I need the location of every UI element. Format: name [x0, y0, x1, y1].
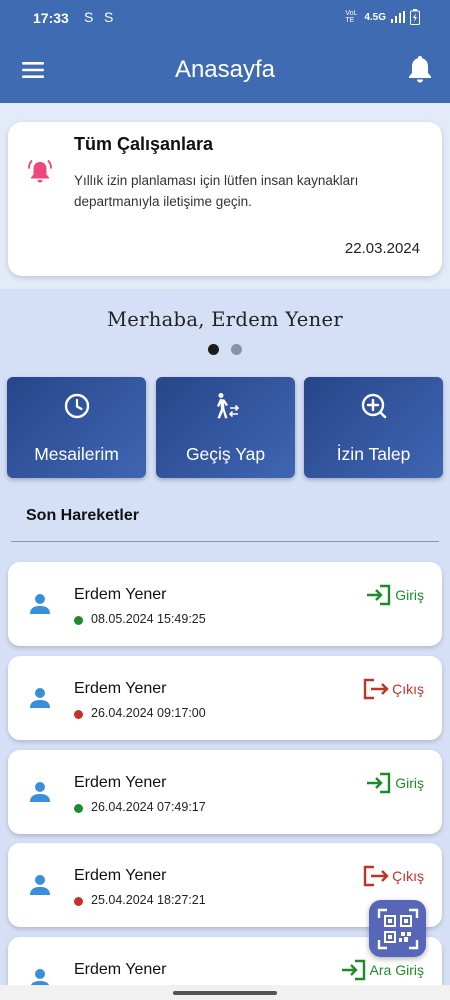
user-icon — [30, 875, 50, 895]
add-circle-icon — [361, 393, 386, 419]
movement-time: 08.05.2024 15:49:25 — [91, 612, 206, 626]
network-label: 4.5G — [364, 11, 386, 23]
movement-type-label: Giriş — [395, 775, 424, 791]
announcement-body: Yıllık izin planlaması için lütfen insan… — [74, 173, 359, 209]
alarm-bell-icon — [28, 160, 52, 183]
status-dot — [74, 897, 83, 906]
announcement-section: Tüm Çalışanlara Yıllık izin planlaması i… — [0, 103, 450, 289]
clock-icon — [64, 393, 89, 419]
movement-type: Ara Giriş — [341, 959, 424, 981]
app-bar: Anasayfa — [0, 36, 450, 103]
leave-request-button[interactable]: İzin Talep — [304, 377, 443, 478]
login-icon — [341, 959, 365, 981]
leave-request-label: İzin Talep — [336, 444, 411, 464]
login-icon — [367, 772, 391, 794]
notification-icon: S — [84, 9, 94, 25]
notification-icon: S — [104, 9, 114, 25]
movement-name: Erdem Yener — [74, 586, 167, 603]
movement-time: 26.04.2024 07:49:17 — [91, 800, 206, 814]
announcement-title: Tüm Çalışanlara — [74, 134, 214, 154]
shifts-label: Mesailerim — [34, 444, 119, 464]
qr-scan-button[interactable] — [369, 900, 426, 957]
movement-type: Giriş — [366, 772, 424, 794]
status-time: 17:33 — [33, 10, 69, 26]
user-icon — [30, 782, 50, 802]
system-nav-bar — [0, 985, 450, 1000]
movement-item[interactable]: Erdem Yener 26.04.2024 09:17:00 Çıkış — [8, 656, 442, 740]
shifts-button[interactable]: Mesailerim — [7, 377, 146, 478]
greeting-text: Merhaba, Erdem Yener — [107, 308, 343, 331]
volte-label: VoLTE — [345, 10, 358, 24]
divider — [11, 541, 439, 542]
movement-type-label: Ara Giriş — [369, 962, 424, 978]
movement-type: Giriş — [366, 584, 424, 606]
status-bar: 17:33 S S VoLTE 4.5G — [0, 0, 450, 36]
movement-time: 26.04.2024 09:17:00 — [91, 706, 206, 720]
movement-name: Erdem Yener — [74, 867, 167, 884]
movement-name: Erdem Yener — [74, 961, 167, 978]
movement-type: Çıkış — [363, 865, 424, 887]
walk-transfer-icon — [216, 393, 239, 419]
login-icon — [367, 584, 391, 606]
logout-icon — [363, 865, 389, 887]
movement-item[interactable]: Erdem Yener 26.04.2024 07:49:17 Giriş — [8, 750, 442, 834]
movement-name: Erdem Yener — [74, 774, 167, 791]
announcement-date: 22.03.2024 — [344, 240, 420, 257]
user-icon — [30, 594, 50, 614]
movement-type-label: Çıkış — [392, 868, 424, 884]
signal-icon — [391, 11, 405, 23]
status-dot — [74, 616, 83, 625]
status-dot — [74, 710, 83, 719]
movement-time: 25.04.2024 18:27:21 — [91, 893, 206, 907]
movement-item[interactable]: Erdem Yener 08.05.2024 15:49:25 Giriş — [8, 562, 442, 646]
transit-button[interactable]: Geçiş Yap — [156, 377, 295, 478]
status-dot — [74, 804, 83, 813]
transit-label: Geçiş Yap — [185, 444, 266, 464]
home-gesture-handle[interactable] — [173, 991, 277, 995]
page-title: Anasayfa — [174, 56, 276, 83]
status-indicators: VoLTE 4.5G — [345, 9, 420, 25]
movement-type-label: Çıkış — [392, 681, 424, 697]
movement-type-label: Giriş — [395, 587, 424, 603]
notifications-bell-icon[interactable] — [407, 54, 433, 84]
qr-code-icon — [377, 908, 418, 949]
user-icon — [30, 688, 50, 708]
carousel-dots — [0, 344, 450, 355]
recent-title: Son Hareketler — [26, 507, 139, 524]
movement-type: Çıkış — [363, 678, 424, 700]
announcement-card[interactable]: Tüm Çalışanlara Yıllık izin planlaması i… — [8, 122, 442, 276]
carousel-dot-active[interactable] — [208, 344, 219, 355]
battery-icon — [410, 9, 420, 25]
carousel-dot[interactable] — [231, 344, 242, 355]
logout-icon — [363, 678, 389, 700]
movement-name: Erdem Yener — [74, 680, 167, 697]
